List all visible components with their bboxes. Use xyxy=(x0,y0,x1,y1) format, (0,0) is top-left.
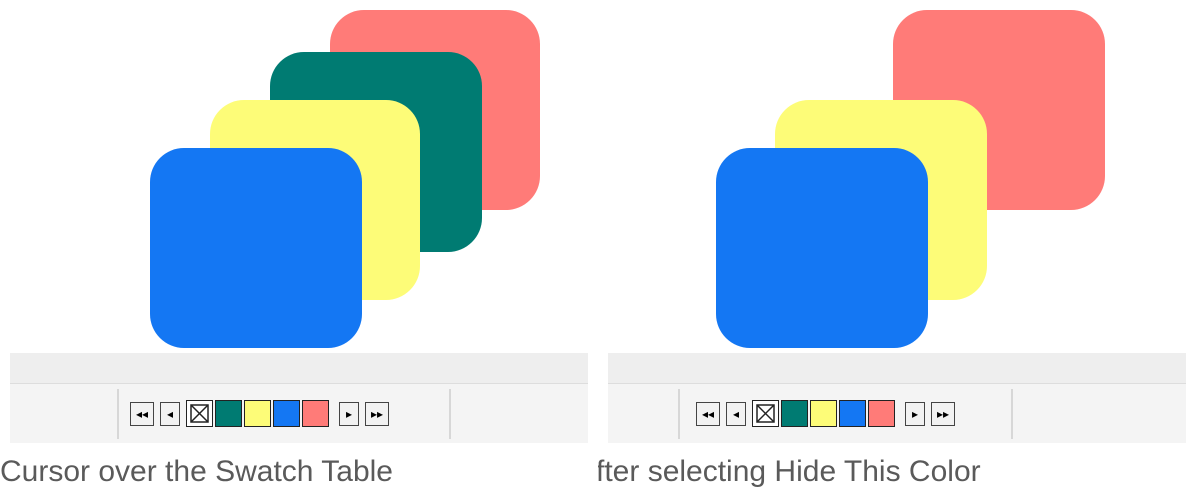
swatch-teal[interactable] xyxy=(215,400,242,427)
next-icon: ▸ xyxy=(345,406,353,421)
swatch-blue[interactable] xyxy=(273,400,300,427)
toolbar-background xyxy=(10,353,588,383)
panel-before: ◂◂ ◂ ▸ ▸▸ Cursor over the Swatch Table xyxy=(0,0,598,497)
toolbar-background xyxy=(608,353,1186,383)
previous-icon: ◂ xyxy=(732,406,740,421)
previous-button[interactable]: ◂ xyxy=(726,401,746,426)
swatch-red[interactable] xyxy=(868,400,895,427)
caption: Cursor over the Swatch Table xyxy=(0,455,393,488)
previous-button[interactable]: ◂ xyxy=(160,401,180,426)
previous-icon: ◂ xyxy=(166,406,174,421)
next-icon: ▸ xyxy=(911,406,919,421)
first-page-icon: ◂◂ xyxy=(701,406,715,421)
next-button[interactable]: ▸ xyxy=(339,401,359,426)
swatch-red[interactable] xyxy=(302,400,329,427)
swatch-none[interactable] xyxy=(752,400,779,427)
swatch-teal[interactable] xyxy=(781,400,808,427)
swatch-yellow[interactable] xyxy=(810,400,837,427)
next-button[interactable]: ▸ xyxy=(905,401,925,426)
toolbar-divider xyxy=(1011,389,1013,439)
blue-rounded-square xyxy=(716,148,928,348)
swatch-blue[interactable] xyxy=(839,400,866,427)
last-page-button[interactable]: ▸▸ xyxy=(931,401,955,426)
toolbar-divider xyxy=(117,389,119,439)
none-swatch-icon xyxy=(190,404,209,423)
none-swatch-icon xyxy=(756,404,775,423)
swatch-table: ◂◂ ◂ ▸ ▸▸ xyxy=(696,399,961,428)
toolbar-divider xyxy=(678,389,680,439)
last-page-button[interactable]: ▸▸ xyxy=(365,401,389,426)
panel-after: ◂◂ ◂ ▸ ▸▸ After selecting Hide This Colo… xyxy=(598,0,1196,497)
last-page-icon: ▸▸ xyxy=(370,406,384,421)
last-page-icon: ▸▸ xyxy=(936,406,950,421)
first-page-icon: ◂◂ xyxy=(135,406,149,421)
blue-rounded-square xyxy=(150,148,362,348)
swatch-none[interactable] xyxy=(186,400,213,427)
swatch-table: ◂◂ ◂ ▸ ▸▸ xyxy=(130,399,395,428)
toolbar-divider xyxy=(449,389,451,439)
first-page-button[interactable]: ◂◂ xyxy=(130,401,154,426)
first-page-button[interactable]: ◂◂ xyxy=(696,401,720,426)
swatch-yellow[interactable] xyxy=(244,400,271,427)
caption: After selecting Hide This Color xyxy=(598,455,981,488)
